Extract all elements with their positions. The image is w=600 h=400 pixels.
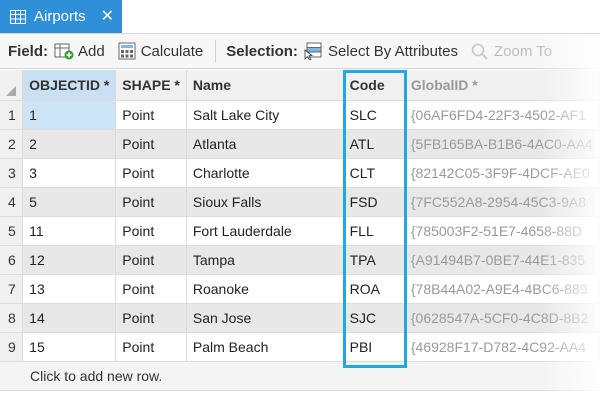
row-number[interactable]: 5 — [0, 216, 24, 246]
cell-shape[interactable]: Point — [115, 303, 187, 333]
cell-name[interactable]: San Jose — [186, 303, 344, 333]
cell-name[interactable]: Atlanta — [186, 129, 344, 159]
cell-globalid[interactable]: {06AF6FD4-22F3-4502-AF1 — [404, 100, 600, 130]
cell-globalid[interactable]: {46928F17-D782-4C92-AA4 — [404, 332, 600, 362]
table-row[interactable]: 5 11 Point Fort Lauderdale FLL {785003F2… — [0, 216, 600, 246]
cell-objectid[interactable]: 5 — [22, 187, 117, 217]
cell-code[interactable]: PBI — [343, 332, 405, 362]
cell-globalid[interactable]: {82142C05-3F9F-4DCF-AE0 — [404, 158, 600, 188]
calculate-label: Calculate — [140, 42, 204, 60]
row-number[interactable]: 7 — [0, 274, 24, 304]
cell-objectid[interactable]: 11 — [22, 216, 117, 246]
cell-name[interactable]: Tampa — [186, 245, 344, 275]
tab-title: Airports — [34, 8, 86, 25]
calculator-icon — [118, 42, 136, 60]
attribute-toolbar: Field: Add Calculate Selection: Select B… — [0, 34, 600, 69]
select-by-attributes-button[interactable]: Select By Attributes — [304, 42, 458, 60]
cell-globalid[interactable]: {785003F2-51E7-4658-88D — [404, 216, 600, 246]
row-number[interactable]: 9 — [0, 332, 24, 362]
table-row[interactable]: 2 2 Point Atlanta ATL {5FB165BA-B1B6-4AC… — [0, 129, 600, 159]
add-row[interactable]: Click to add new row. — [0, 361, 600, 391]
zoom-to-icon — [471, 43, 488, 60]
table-row[interactable]: 7 13 Point Roanoke ROA {78B44A02-A9E4-4B… — [0, 274, 600, 304]
column-header-code[interactable]: Code — [343, 70, 405, 101]
selection-label: Selection: — [226, 42, 298, 60]
cell-objectid[interactable]: 3 — [22, 158, 117, 188]
cell-code[interactable]: SJC — [343, 303, 405, 333]
cell-shape[interactable]: Point — [115, 187, 187, 217]
cell-code[interactable]: FLL — [343, 216, 405, 246]
cell-globalid[interactable]: {A91494B7-0BE7-44E1-835 — [404, 245, 600, 275]
cell-globalid[interactable]: {0628547A-5CF0-4C8D-8B2 — [404, 303, 600, 333]
row-number[interactable]: 3 — [0, 158, 24, 188]
select-by-attributes-icon — [304, 42, 322, 60]
cell-code[interactable]: FSD — [343, 187, 405, 217]
cell-shape[interactable]: Point — [115, 245, 187, 275]
attribute-table: OBJECTID * SHAPE * Name Code GlobalID * … — [0, 70, 600, 391]
select-all-corner[interactable] — [0, 70, 24, 101]
calculate-field-button[interactable]: Calculate — [117, 42, 204, 60]
cell-code[interactable]: TPA — [343, 245, 405, 275]
table-row[interactable]: 6 12 Point Tampa TPA {A91494B7-0BE7-44E1… — [0, 245, 600, 275]
cell-shape[interactable]: Point — [115, 274, 187, 304]
cell-shape[interactable]: Point — [115, 332, 187, 362]
row-number[interactable]: 1 — [0, 100, 24, 130]
table-row[interactable]: 3 3 Point Charlotte CLT {82142C05-3F9F-4… — [0, 158, 600, 188]
cell-code[interactable]: ROA — [343, 274, 405, 304]
column-header-objectid[interactable]: OBJECTID * — [22, 70, 117, 101]
row-number[interactable]: 6 — [0, 245, 24, 275]
cell-name[interactable]: Sioux Falls — [186, 187, 344, 217]
cell-shape[interactable]: Point — [115, 158, 187, 188]
cell-globalid[interactable]: {5FB165BA-B1B6-4AC0-AA4 — [404, 129, 600, 159]
cell-objectid[interactable]: 1 — [22, 100, 117, 130]
table-row[interactable]: 8 14 Point San Jose SJC {0628547A-5CF0-4… — [0, 303, 600, 333]
cell-name[interactable]: Fort Lauderdale — [186, 216, 344, 246]
cell-globalid[interactable]: {7FC552A8-2954-45C3-9A8 — [404, 187, 600, 217]
cell-objectid[interactable]: 2 — [22, 129, 117, 159]
cell-code[interactable]: ATL — [343, 129, 405, 159]
cell-objectid[interactable]: 12 — [22, 245, 117, 275]
column-header-globalid[interactable]: GlobalID * — [404, 70, 600, 101]
table-header-row: OBJECTID * SHAPE * Name Code GlobalID * — [0, 70, 600, 101]
cell-name[interactable]: Charlotte — [186, 158, 344, 188]
add-field-button[interactable]: Add — [54, 42, 105, 60]
row-number[interactable]: 4 — [0, 187, 24, 217]
cell-name[interactable]: Roanoke — [186, 274, 344, 304]
table-row[interactable]: 4 5 Point Sioux Falls FSD {7FC552A8-2954… — [0, 187, 600, 217]
cell-shape[interactable]: Point — [115, 100, 187, 130]
cell-name[interactable]: Palm Beach — [186, 332, 344, 362]
cell-name[interactable]: Salt Lake City — [186, 100, 344, 130]
table-icon — [10, 9, 26, 24]
field-label: Field: — [8, 42, 48, 60]
cell-code[interactable]: CLT — [343, 158, 405, 188]
table-row[interactable]: 1 1 Point Salt Lake City SLC {06AF6FD4-2… — [0, 100, 600, 130]
row-number[interactable]: 8 — [0, 303, 24, 333]
title-bar: Airports ✕ — [0, 0, 600, 34]
select-by-attributes-label: Select By Attributes — [327, 42, 459, 60]
close-icon[interactable]: ✕ — [101, 8, 114, 25]
add-field-label: Add — [78, 42, 105, 60]
cell-objectid[interactable]: 15 — [22, 332, 117, 362]
toolbar-separator — [215, 40, 217, 62]
column-header-shape[interactable]: SHAPE * — [115, 70, 187, 101]
add-row-prompt[interactable]: Click to add new row. — [0, 361, 600, 391]
cell-shape[interactable]: Point — [115, 129, 187, 159]
cell-shape[interactable]: Point — [115, 216, 187, 246]
tab-airports[interactable]: Airports ✕ — [0, 0, 122, 33]
zoom-to-button[interactable]: Zoom To — [470, 42, 552, 60]
row-number[interactable]: 2 — [0, 129, 24, 159]
cell-objectid[interactable]: 14 — [22, 303, 117, 333]
add-field-icon — [54, 43, 74, 60]
cell-code[interactable]: SLC — [343, 100, 405, 130]
cell-objectid[interactable]: 13 — [22, 274, 117, 304]
table-row[interactable]: 9 15 Point Palm Beach PBI {46928F17-D782… — [0, 332, 600, 362]
zoom-to-label: Zoom To — [494, 42, 553, 60]
column-header-name[interactable]: Name — [186, 70, 344, 101]
cell-globalid[interactable]: {78B44A02-A9E4-4BC6-889 — [404, 274, 600, 304]
